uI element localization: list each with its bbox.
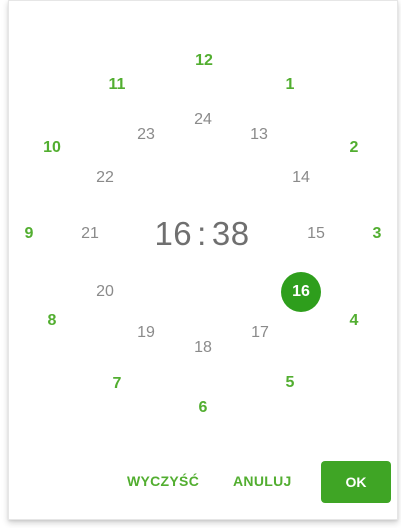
hour-22[interactable]: 22 <box>96 170 114 186</box>
dialog-actions: WYCZYŚĆ ANULUJ OK <box>9 451 397 511</box>
clear-button[interactable]: WYCZYŚĆ <box>125 469 201 493</box>
clock-face: 12 1 2 3 4 5 6 7 8 9 10 11 24 13 14 15 1… <box>9 1 397 441</box>
hour-4[interactable]: 4 <box>350 313 359 329</box>
hour-21[interactable]: 21 <box>81 226 99 242</box>
ok-button[interactable]: OK <box>321 461 391 503</box>
time-display: 16:38 <box>154 215 249 253</box>
hour-13[interactable]: 13 <box>250 127 268 143</box>
hour-5[interactable]: 5 <box>286 375 295 391</box>
hour-14[interactable]: 14 <box>292 170 310 186</box>
hour-18[interactable]: 18 <box>194 340 212 356</box>
hour-16[interactable]: 16 <box>292 284 310 300</box>
hour-20[interactable]: 20 <box>96 284 114 300</box>
cancel-button[interactable]: ANULUJ <box>231 469 294 493</box>
time-separator: : <box>197 215 207 252</box>
hour-17[interactable]: 17 <box>251 325 269 341</box>
time-minutes[interactable]: 38 <box>212 215 250 253</box>
hour-9[interactable]: 9 <box>25 226 34 242</box>
hour-3[interactable]: 3 <box>373 226 382 242</box>
time-picker-dialog: 12 1 2 3 4 5 6 7 8 9 10 11 24 13 14 15 1… <box>8 0 398 520</box>
time-hours[interactable]: 16 <box>154 215 192 253</box>
hour-12[interactable]: 12 <box>195 53 213 69</box>
hour-8[interactable]: 8 <box>48 313 57 329</box>
hour-15[interactable]: 15 <box>307 226 325 242</box>
hour-7[interactable]: 7 <box>113 376 122 392</box>
hour-11[interactable]: 11 <box>109 77 126 93</box>
hour-24[interactable]: 24 <box>194 112 212 128</box>
hour-6[interactable]: 6 <box>199 400 208 416</box>
hour-10[interactable]: 10 <box>43 140 61 156</box>
hour-1[interactable]: 1 <box>286 77 295 93</box>
hour-19[interactable]: 19 <box>137 325 155 341</box>
hour-2[interactable]: 2 <box>350 140 359 156</box>
hour-23[interactable]: 23 <box>137 127 155 143</box>
